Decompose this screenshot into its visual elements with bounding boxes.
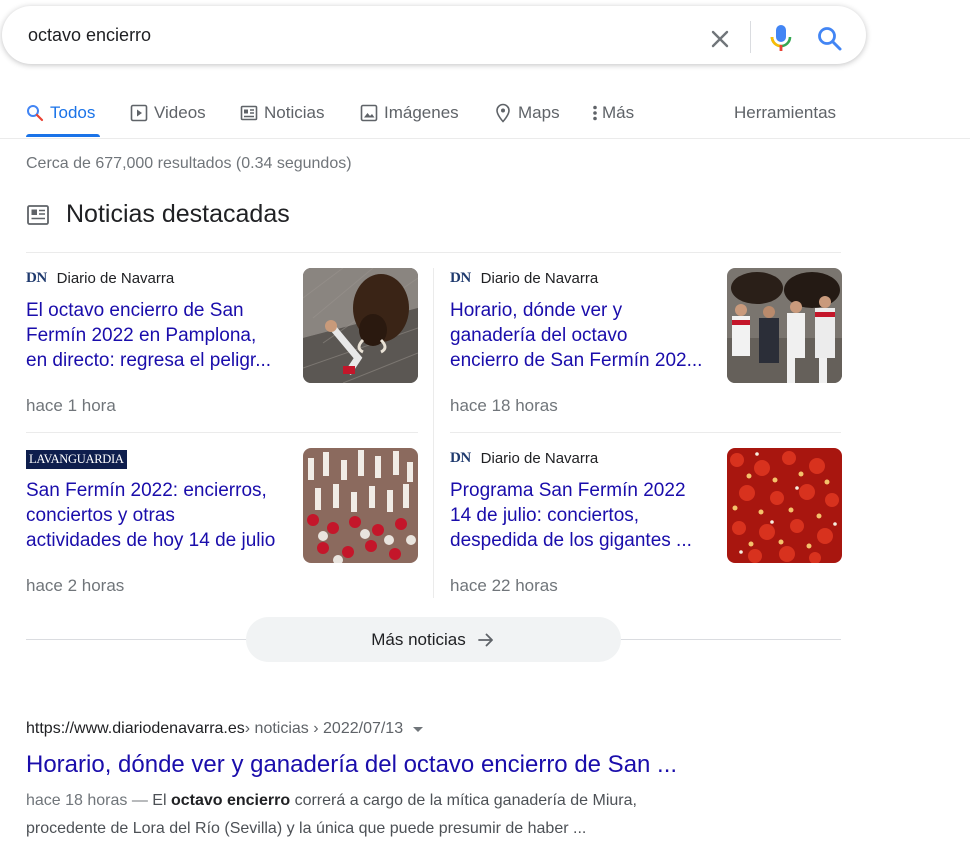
- play-icon: [130, 104, 148, 122]
- tab-label: Más: [602, 103, 635, 122]
- news-title[interactable]: Programa San Fermín 2022 14 de julio: co…: [450, 478, 714, 553]
- tab-label: Videos: [154, 103, 206, 122]
- news-source: LAVANGUARDIA: [26, 450, 127, 469]
- result-domain: https://www.diariodenavarra.es: [26, 720, 245, 737]
- news-title-line: ganadería del octavo: [450, 325, 628, 346]
- tab-noticias[interactable]: Noticias: [240, 102, 324, 124]
- search-input[interactable]: octavo encierro: [28, 25, 151, 46]
- search-icon[interactable]: [816, 25, 844, 53]
- divider: [433, 268, 434, 598]
- source-name: Diario de Navarra: [480, 450, 599, 467]
- source-logo: DN: [450, 450, 471, 466]
- search-divider: [750, 21, 751, 53]
- source-name: Diario de Navarra: [480, 270, 599, 287]
- tab-label: Maps: [518, 103, 560, 122]
- news-time: hace 18 horas: [450, 396, 558, 415]
- divider: [450, 432, 841, 433]
- search-bar[interactable]: octavo encierro: [2, 6, 866, 64]
- tab-videos[interactable]: Videos: [130, 102, 206, 124]
- divider: [26, 432, 418, 433]
- result-url[interactable]: https://www.diariodenavarra.es › noticia…: [26, 720, 424, 738]
- map-pin-icon: [496, 103, 510, 123]
- news-source: DN Diario de Navarra: [26, 270, 174, 287]
- news-title[interactable]: El octavo encierro de San Fermín 2022 en…: [26, 298, 290, 373]
- result-date: hace 18 horas —: [26, 792, 153, 809]
- news-title-line: El octavo encierro de San: [26, 300, 244, 321]
- result-title[interactable]: Horario, dónde ver y ganadería del octav…: [26, 751, 677, 779]
- result-path: › noticias › 2022/07/13: [244, 720, 404, 737]
- news-title-line: Horario, dónde ver y: [450, 300, 623, 321]
- search-tabs: Todos Videos Noticias Imágenes Maps Más …: [0, 92, 970, 139]
- more-vert-icon: [593, 105, 597, 121]
- image-icon: [360, 104, 378, 122]
- snippet-line: procedente de Lora del Río (Sevilla) y l…: [26, 820, 587, 837]
- news-icon: [240, 105, 258, 121]
- source-logo: DN: [26, 270, 47, 286]
- news-card[interactable]: DN Diario de Navarra Programa San Fermín…: [450, 448, 842, 608]
- divider: [26, 252, 841, 253]
- news-source: DN Diario de Navarra: [450, 270, 598, 287]
- more-news-button[interactable]: Más noticias: [246, 617, 621, 662]
- news-source: DN Diario de Navarra: [450, 450, 598, 467]
- news-title-line: Programa San Fermín 2022: [450, 480, 686, 501]
- tools-button[interactable]: Herramientas: [734, 102, 836, 124]
- tab-mas[interactable]: Más: [590, 102, 634, 124]
- news-time: hace 22 horas: [450, 576, 558, 595]
- news-thumbnail[interactable]: [727, 448, 842, 563]
- search-icon: [27, 105, 44, 122]
- tab-imagenes[interactable]: Imágenes: [360, 102, 459, 124]
- news-title-line: San Fermín 2022: encierros,: [26, 480, 267, 501]
- news-title-line: Fermín 2022 en Pamplona,: [26, 325, 257, 346]
- news-title-line: en directo: regresa el peligr...: [26, 350, 272, 371]
- chevron-down-icon[interactable]: [413, 726, 424, 732]
- tab-todos[interactable]: Todos: [26, 102, 95, 124]
- tab-label: Noticias: [264, 103, 325, 122]
- result-snippet: hace 18 horas — El octavo encierro corre…: [26, 787, 726, 843]
- tab-maps[interactable]: Maps: [494, 102, 560, 124]
- news-time: hace 2 horas: [26, 576, 125, 595]
- tab-label: Imágenes: [384, 103, 459, 122]
- source-logo: LAVANGUARDIA: [26, 450, 127, 469]
- news-thumbnail[interactable]: [303, 448, 418, 563]
- active-tab-indicator: [26, 134, 100, 137]
- arrow-right-icon: [477, 633, 493, 646]
- snippet-text: El: [152, 792, 171, 809]
- news-title-line: despedida de los gigantes ...: [450, 530, 692, 551]
- clear-icon[interactable]: [708, 27, 732, 51]
- news-title-line: 14 de julio: conciertos,: [450, 505, 640, 526]
- news-title[interactable]: San Fermín 2022: encierros, conciertos y…: [26, 478, 290, 553]
- news-title[interactable]: Horario, dónde ver y ganadería del octav…: [450, 298, 714, 373]
- more-news-label: Más noticias: [371, 629, 466, 649]
- news-title-line: conciertos y otras: [26, 505, 175, 526]
- news-card[interactable]: DN Diario de Navarra El octavo encierro …: [26, 268, 418, 428]
- news-time: hace 1 hora: [26, 396, 116, 415]
- microphone-icon[interactable]: [768, 23, 794, 53]
- source-logo: DN: [450, 270, 471, 286]
- tools-label: Herramientas: [734, 103, 837, 122]
- news-card[interactable]: LAVANGUARDIA San Fermín 2022: encierros,…: [26, 448, 418, 608]
- top-stories-title: Noticias destacadas: [66, 200, 290, 228]
- news-thumbnail[interactable]: [727, 268, 842, 383]
- news-title-line: encierro de San Fermín 202...: [450, 350, 703, 371]
- news-card[interactable]: DN Diario de Navarra Horario, dónde ver …: [450, 268, 842, 428]
- result-stats: Cerca de 677,000 resultados (0.34 segund…: [26, 155, 352, 172]
- source-name: Diario de Navarra: [56, 270, 175, 287]
- snippet-highlight: octavo encierro: [170, 792, 291, 809]
- news-icon: [27, 205, 49, 225]
- snippet-text: correrá a cargo de la mítica ganadería d…: [290, 792, 637, 809]
- tab-label: Todos: [50, 103, 96, 122]
- news-thumbnail[interactable]: [303, 268, 418, 383]
- news-title-line: actividades de hoy 14 de julio: [26, 530, 276, 551]
